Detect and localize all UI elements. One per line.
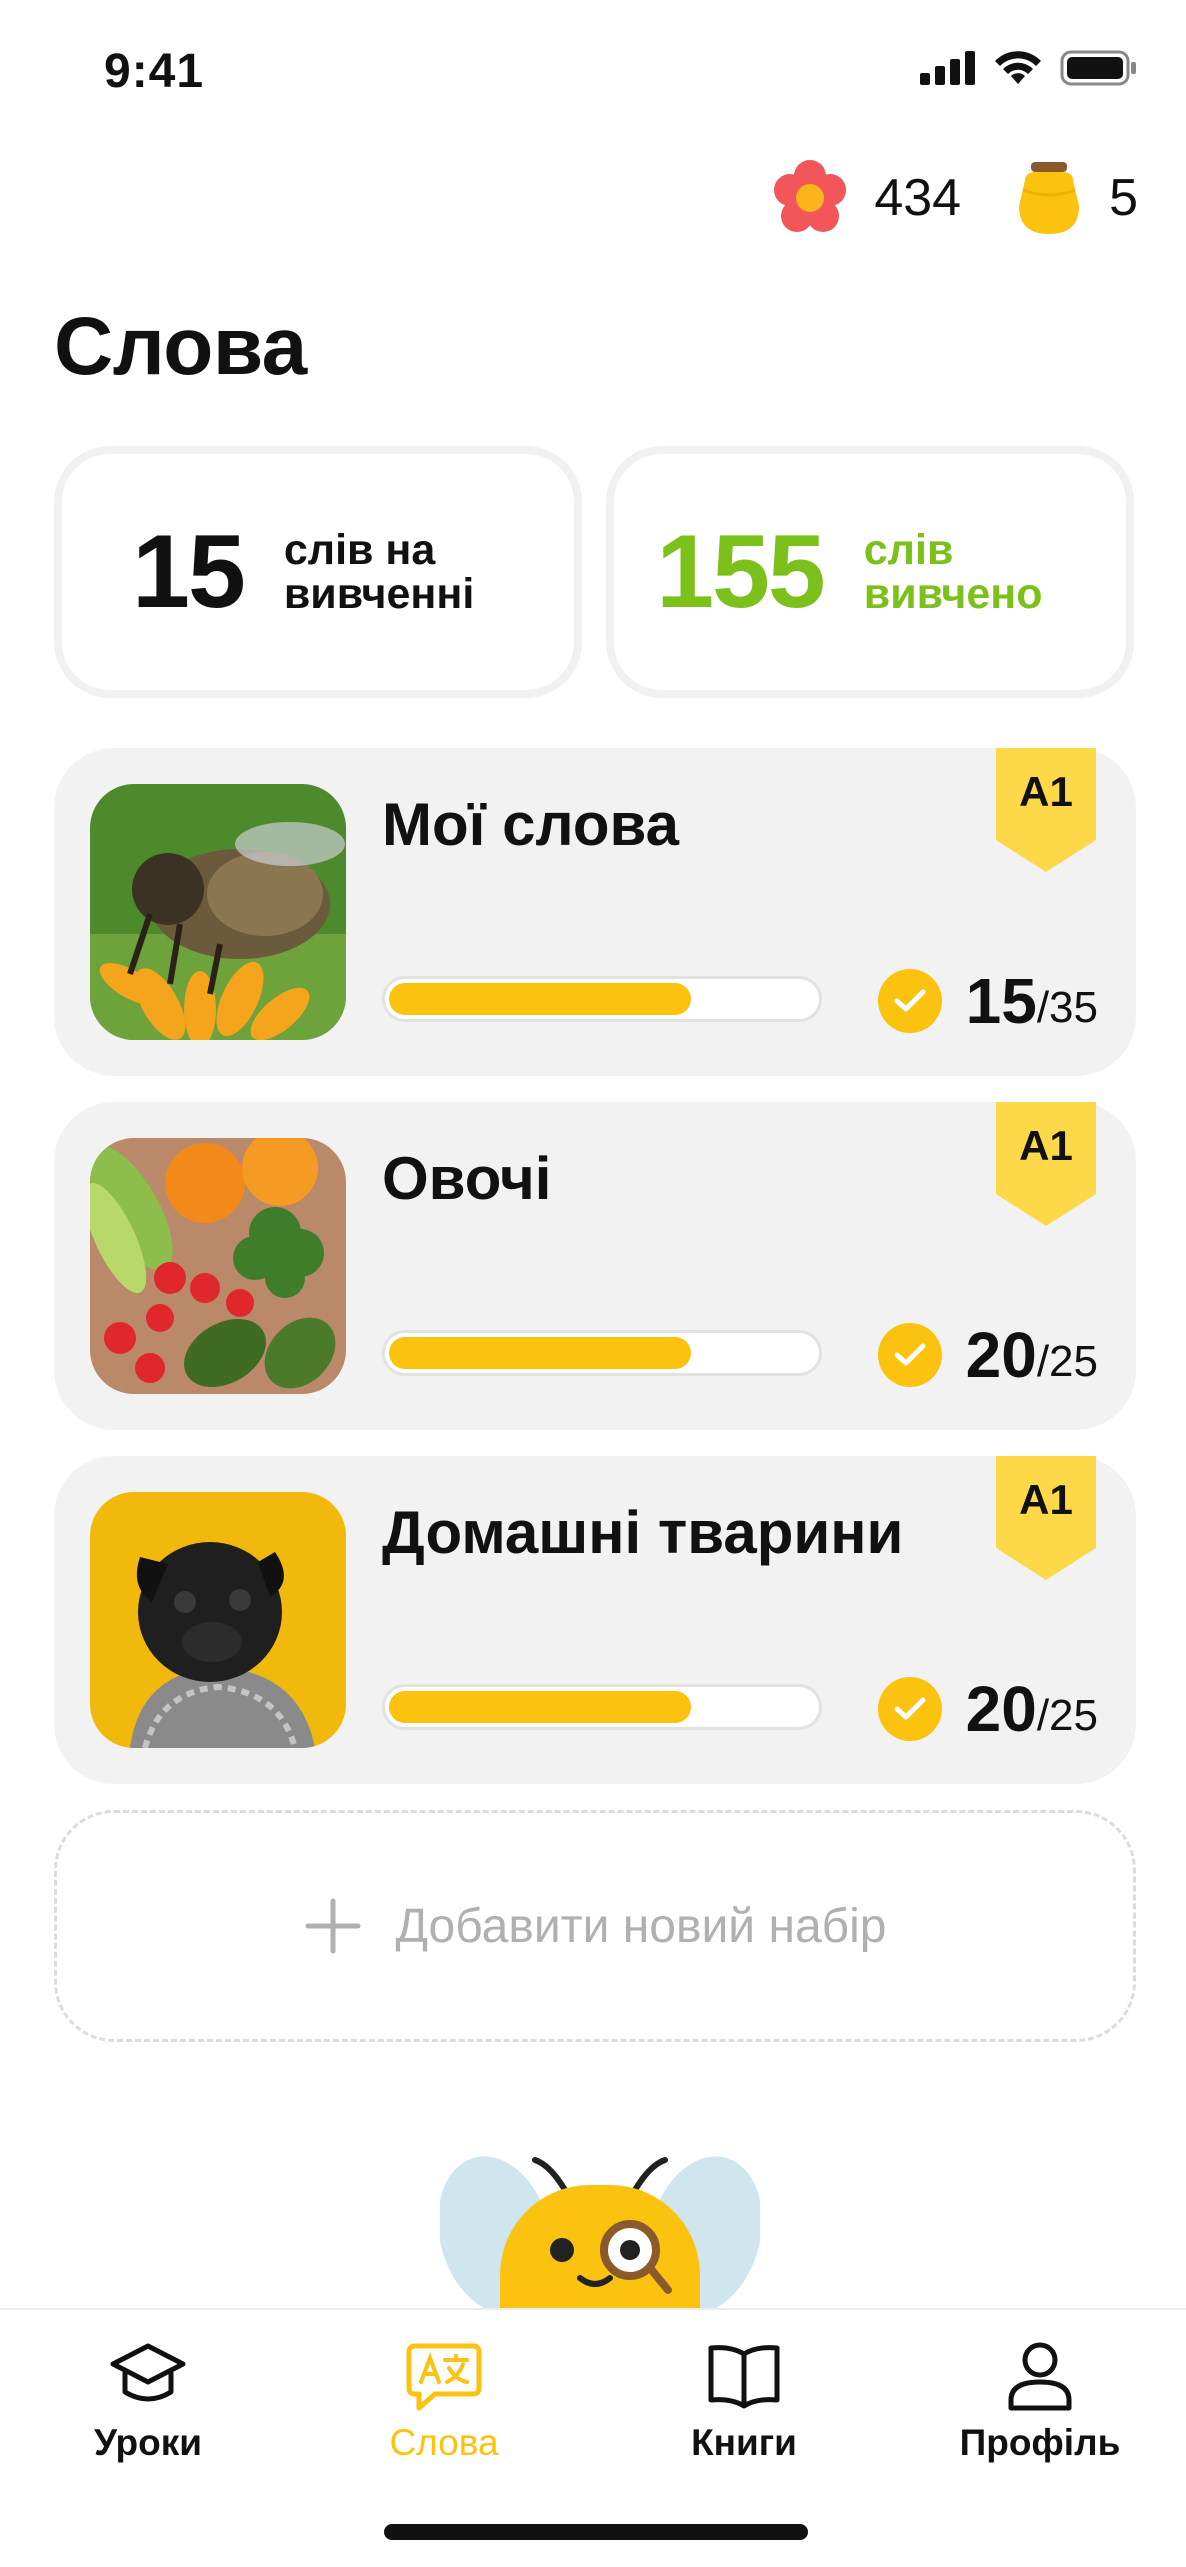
translate-bubble-icon: [406, 2343, 482, 2411]
progress-count: 20 /25: [877, 1672, 1098, 1746]
tab-profile[interactable]: Профіль: [920, 2340, 1160, 2464]
status-bar: 9:41: [0, 0, 1186, 150]
progress-count: 15 /35: [877, 964, 1098, 1038]
check-icon: [877, 969, 942, 1033]
bee-photo: [90, 784, 346, 1040]
learned-words-count: 20: [965, 1319, 1037, 1391]
set-title: Овочі: [382, 1145, 552, 1212]
home-indicator: [384, 2524, 808, 2540]
word-set-card[interactable]: Мої слова A1 15 /35: [54, 748, 1136, 1076]
word-set-card[interactable]: Домашні тварини A1 20 /25: [54, 1456, 1136, 1784]
add-new-set-label: Добавити новий набір: [395, 1899, 887, 1953]
check-icon: [877, 1323, 942, 1387]
set-title: Мої слова: [382, 791, 679, 858]
learned-label: слів вивчено: [863, 526, 1043, 618]
progress-bar: [382, 1684, 822, 1730]
learned-count: 155: [656, 513, 826, 630]
bee-mascot: [440, 2150, 760, 2308]
person-icon: [1008, 2342, 1072, 2411]
tab-label: Книги: [691, 2422, 797, 2463]
flowers-count: 434: [874, 169, 962, 227]
set-title: Домашні тварини: [382, 1499, 904, 1566]
status-time: 9:41: [104, 45, 205, 98]
flowers-counter[interactable]: 434: [770, 158, 961, 238]
learned-words-count: 15: [965, 965, 1037, 1037]
plus-icon: [305, 1898, 360, 1954]
learning-count: 15: [132, 513, 246, 630]
total-words-count: /35: [1036, 983, 1098, 1032]
honey-count: 5: [1109, 169, 1138, 227]
level-badge: A1: [996, 748, 1096, 872]
wifi-icon: [995, 51, 1041, 84]
progress-count: 20 /25: [877, 1318, 1098, 1392]
word-set-card[interactable]: Овочі A1 20 /25: [54, 1102, 1136, 1430]
tab-books[interactable]: Книги: [624, 2340, 864, 2464]
tab-words[interactable]: Слова: [324, 2340, 564, 2464]
battery-icon: [1060, 50, 1136, 86]
tab-lessons[interactable]: Уроки: [28, 2340, 268, 2464]
flower-icon: [774, 160, 847, 232]
tab-label: Профіль: [959, 2422, 1121, 2463]
progress-fill: [389, 1691, 691, 1723]
currency-counters: 434 5: [770, 158, 1138, 238]
learning-label: слів на вивченні: [283, 526, 475, 618]
check-icon: [877, 1677, 942, 1741]
progress-bar: [382, 1330, 822, 1376]
tab-label: Уроки: [93, 2422, 203, 2463]
status-icons: [920, 50, 1138, 86]
pug-photo: [90, 1492, 346, 1748]
book-icon: [708, 2345, 780, 2409]
tab-label: Слова: [389, 2422, 499, 2463]
graduation-cap-icon: [110, 2343, 186, 2402]
learned-words-count: 20: [965, 1673, 1037, 1745]
level-badge: A1: [996, 1456, 1096, 1580]
level-badge: A1: [996, 1102, 1096, 1226]
level-label: A1: [1019, 1122, 1073, 1169]
add-new-set-button[interactable]: Добавити новий набір: [54, 1810, 1136, 2042]
learned-stat-card[interactable]: 155 слів вивчено: [606, 446, 1134, 698]
learning-stat-card[interactable]: 15 слів на вивченні: [54, 446, 582, 698]
honey-counter[interactable]: 5: [1013, 160, 1138, 236]
total-words-count: /25: [1036, 1691, 1098, 1740]
progress-fill: [389, 983, 691, 1015]
cellular-signal-icon: [920, 51, 975, 85]
progress-bar: [382, 976, 822, 1022]
vegetables-photo: [90, 1138, 346, 1394]
level-label: A1: [1019, 1476, 1073, 1523]
progress-fill: [389, 1337, 691, 1369]
total-words-count: /25: [1036, 1337, 1098, 1386]
level-label: A1: [1019, 768, 1073, 815]
page-title: Слова: [54, 301, 307, 392]
honey-jar-icon: [1019, 162, 1080, 234]
